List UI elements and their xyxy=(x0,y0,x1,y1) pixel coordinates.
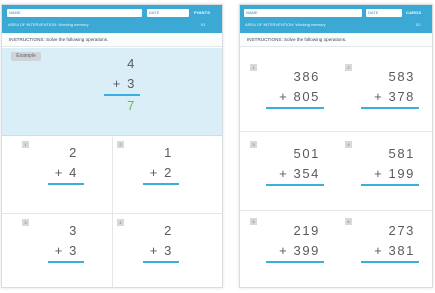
problem-2: 2 1 + 2 xyxy=(117,141,197,201)
instructions: INSTRUCTIONS: Solve the following operat… xyxy=(2,33,222,47)
answer-line[interactable] xyxy=(143,183,179,185)
bottom-number: + 199 xyxy=(374,166,415,181)
problem-5: 5 219 + 399 xyxy=(250,218,330,279)
problem-4: 4 581 + 199 xyxy=(345,141,425,202)
example-problem: 4 + 3 7 xyxy=(62,52,142,113)
problem-6: 6 273 + 381 xyxy=(345,218,425,279)
date-label: DATE xyxy=(149,10,160,15)
example-top-number: 4 xyxy=(127,56,136,71)
name-field[interactable]: NAME xyxy=(244,9,362,17)
problem-2: 2 583 + 378 xyxy=(345,64,425,125)
date-label: DATE xyxy=(368,10,379,15)
problem-3: 3 3 + 3 xyxy=(22,219,102,279)
column-divider xyxy=(112,137,113,287)
problem-1: 1 386 + 805 xyxy=(250,64,330,125)
top-number: 386 xyxy=(293,69,320,84)
area-of-intervention: AREA OF INTERVENTION: Working memory xyxy=(245,22,326,27)
problem-3: 3 501 + 354 xyxy=(250,141,330,202)
area-of-intervention: AREA OF INTERVENTION: Working memory xyxy=(8,22,89,27)
instructions: INSTRUCTIONS: Solve the following operat… xyxy=(240,33,432,47)
example-bottom-number: + 3 xyxy=(112,76,136,91)
top-number: 2 xyxy=(164,223,173,238)
problem-4: 4 2 + 3 xyxy=(117,219,197,279)
bottom-number: + 378 xyxy=(374,89,415,104)
problem-number: 3 xyxy=(250,141,257,148)
answer-line[interactable] xyxy=(361,184,419,186)
bottom-number: + 381 xyxy=(374,243,415,258)
top-number: 583 xyxy=(388,69,415,84)
name-label: NAME xyxy=(246,10,258,15)
worksheet-header: NAME DATE CARDS AREA OF INTERVENTION: Wo… xyxy=(240,5,432,33)
row-divider xyxy=(240,210,432,211)
page-number: 01 xyxy=(201,22,206,27)
date-field[interactable]: DATE xyxy=(147,9,189,17)
bottom-number: + 2 xyxy=(149,165,173,180)
answer-line[interactable] xyxy=(48,261,84,263)
row-divider xyxy=(240,131,432,132)
problem-number: 1 xyxy=(22,141,29,148)
worksheet-page-2: NAME DATE CARDS AREA OF INTERVENTION: Wo… xyxy=(239,4,433,288)
date-field[interactable]: DATE xyxy=(366,9,402,17)
top-number: 1 xyxy=(164,145,173,160)
points-label: POINTS xyxy=(194,10,211,15)
answer-line[interactable] xyxy=(361,107,419,109)
problem-1: 1 2 + 4 xyxy=(22,141,102,201)
bottom-number: + 4 xyxy=(54,165,78,180)
top-number: 273 xyxy=(388,223,415,238)
page-number: 02 xyxy=(416,22,421,27)
bottom-number: + 354 xyxy=(279,166,320,181)
name-field[interactable]: NAME xyxy=(7,9,142,17)
top-number: 581 xyxy=(388,146,415,161)
problem-number: 3 xyxy=(22,219,29,226)
bottom-number: + 3 xyxy=(54,243,78,258)
example-answer: 7 xyxy=(127,98,136,113)
worksheet-header: NAME DATE POINTS AREA OF INTERVENTION: W… xyxy=(2,5,222,33)
answer-line[interactable] xyxy=(48,183,84,185)
example-tag: Example xyxy=(11,52,41,61)
answer-line[interactable] xyxy=(361,261,419,263)
bottom-number: + 399 xyxy=(279,243,320,258)
problem-number: 4 xyxy=(117,219,124,226)
top-number: 3 xyxy=(69,223,78,238)
answer-line[interactable] xyxy=(266,261,324,263)
top-number: 2 xyxy=(69,145,78,160)
problem-number: 1 xyxy=(250,64,257,71)
problem-number: 2 xyxy=(117,141,124,148)
problem-number: 4 xyxy=(345,141,352,148)
answer-line[interactable] xyxy=(266,107,324,109)
cards-label: CARDS xyxy=(406,10,422,15)
problem-number: 5 xyxy=(250,218,257,225)
bottom-number: + 805 xyxy=(279,89,320,104)
answer-line[interactable] xyxy=(266,184,324,186)
problem-number: 6 xyxy=(345,218,352,225)
name-label: NAME xyxy=(9,10,21,15)
answer-line[interactable] xyxy=(143,261,179,263)
problem-number: 2 xyxy=(345,64,352,71)
worksheet-page-1: NAME DATE POINTS AREA OF INTERVENTION: W… xyxy=(1,4,223,288)
example-block: Example 4 + 3 7 xyxy=(2,48,222,136)
top-number: 219 xyxy=(293,223,320,238)
sum-line xyxy=(104,94,140,96)
bottom-number: + 3 xyxy=(149,243,173,258)
top-number: 501 xyxy=(293,146,320,161)
